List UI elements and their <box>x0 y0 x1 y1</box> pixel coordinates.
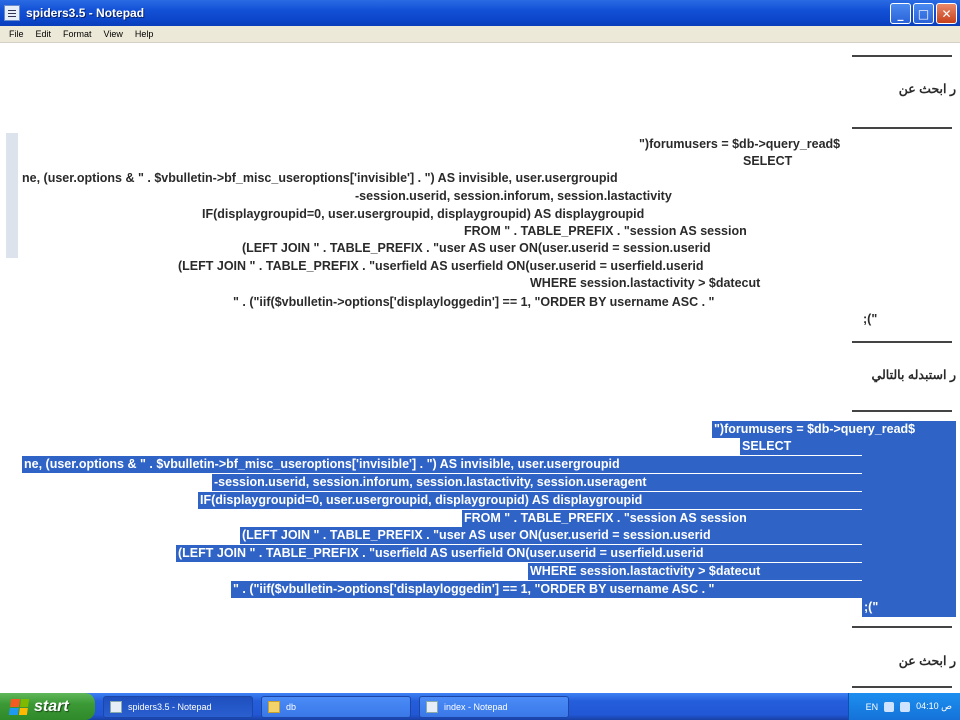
code-line-selected[interactable]: (LEFT JOIN " . TABLE_PREFIX . "user AS u… <box>240 527 956 544</box>
divider <box>852 127 952 129</box>
code-line-selected[interactable]: (LEFT JOIN " . TABLE_PREFIX . "userfield… <box>176 545 956 562</box>
taskbar-item-label: db <box>286 701 297 712</box>
window-title: spiders3.5 - Notepad <box>26 6 145 20</box>
menu-help[interactable]: Help <box>130 29 159 39</box>
notepad-icon <box>110 700 122 713</box>
code-line-selected[interactable]: " . ("iif($vbulletin->options['displaylo… <box>231 581 956 598</box>
network-icon[interactable] <box>884 701 895 712</box>
folder-icon <box>268 700 280 713</box>
taskbar-item-label: index - Notepad <box>444 701 508 712</box>
section-heading-replace: ر استبدله بالتالي <box>871 368 956 382</box>
code-line-selected[interactable]: SELECT <box>740 438 956 455</box>
taskbar-item-label: spiders3.5 - Notepad <box>128 701 212 712</box>
code-line: SELECT <box>743 154 793 168</box>
start-label: start <box>34 697 69 715</box>
taskbar-item[interactable]: spiders3.5 - Notepad <box>103 695 253 718</box>
code-line-selected[interactable]: ne, (user.options & " . $vbulletin->bf_m… <box>22 456 956 473</box>
menu-bar: File Edit Format View Help <box>0 26 960 43</box>
menu-format[interactable]: Format <box>58 29 97 39</box>
clock[interactable]: 04:10 ص <box>916 701 952 712</box>
code-line: ")forumusers = $db->query_read$ <box>639 137 841 151</box>
divider <box>852 686 952 688</box>
divider <box>852 410 952 412</box>
section-heading-find: ر ابحث عن <box>898 82 956 96</box>
title-bar[interactable]: spiders3.5 - Notepad _ □ ✕ <box>0 0 960 26</box>
notepad-icon <box>4 5 20 21</box>
taskbar: start spiders3.5 - Notepad db index - No… <box>0 693 960 720</box>
code-line: ne, (user.options & " . $vbulletin->bf_m… <box>22 171 618 185</box>
start-button[interactable]: start <box>0 693 95 720</box>
code-line-selected[interactable]: IF(displaygroupid=0, user.usergroupid, d… <box>198 492 956 509</box>
taskbar-item[interactable]: index - Notepad <box>419 695 569 718</box>
code-line-selected[interactable]: ;(" <box>862 599 956 616</box>
taskbar-item[interactable]: db <box>261 695 411 718</box>
code-line: FROM " . TABLE_PREFIX . "session AS sess… <box>464 224 747 238</box>
code-line: " . ("iif($vbulletin->options['displaylo… <box>233 295 715 309</box>
code-line: -session.userid, session.inforum, sessio… <box>355 189 672 203</box>
notepad-icon <box>426 700 438 713</box>
code-line: IF(displaygroupid=0, user.usergroupid, d… <box>202 207 645 221</box>
code-line: (LEFT JOIN " . TABLE_PREFIX . "user AS u… <box>242 241 711 255</box>
system-tray: EN 04:10 ص <box>848 693 960 720</box>
text-editor[interactable]: ر ابحث عن ")forumusers = $db->query_read… <box>0 43 960 693</box>
code-line: WHERE session.lastactivity > $datecut <box>530 276 761 290</box>
volume-icon[interactable] <box>900 701 911 712</box>
windows-logo-icon <box>8 698 30 715</box>
menu-file[interactable]: File <box>4 29 29 39</box>
margin-marker <box>6 133 18 258</box>
menu-view[interactable]: View <box>99 29 128 39</box>
code-line-selected[interactable]: -session.userid, session.inforum, sessio… <box>212 474 956 491</box>
code-line: ;(" <box>863 312 878 326</box>
section-heading-find: ر ابحث عن <box>898 654 956 668</box>
code-line: (LEFT JOIN " . TABLE_PREFIX . "userfield… <box>178 259 704 273</box>
window-controls: _ □ ✕ <box>890 3 957 24</box>
close-button[interactable]: ✕ <box>936 3 957 24</box>
divider <box>852 55 952 57</box>
minimize-button[interactable]: _ <box>890 3 911 24</box>
maximize-button[interactable]: □ <box>913 3 934 24</box>
code-line-selected[interactable]: FROM " . TABLE_PREFIX . "session AS sess… <box>462 510 956 527</box>
divider <box>852 341 952 343</box>
language-indicator[interactable]: EN <box>866 702 879 712</box>
code-line-selected[interactable]: WHERE session.lastactivity > $datecut <box>528 563 956 580</box>
code-line-selected[interactable]: ")forumusers = $db->query_read$ <box>712 421 956 438</box>
divider <box>852 626 952 628</box>
menu-edit[interactable]: Edit <box>31 29 57 39</box>
